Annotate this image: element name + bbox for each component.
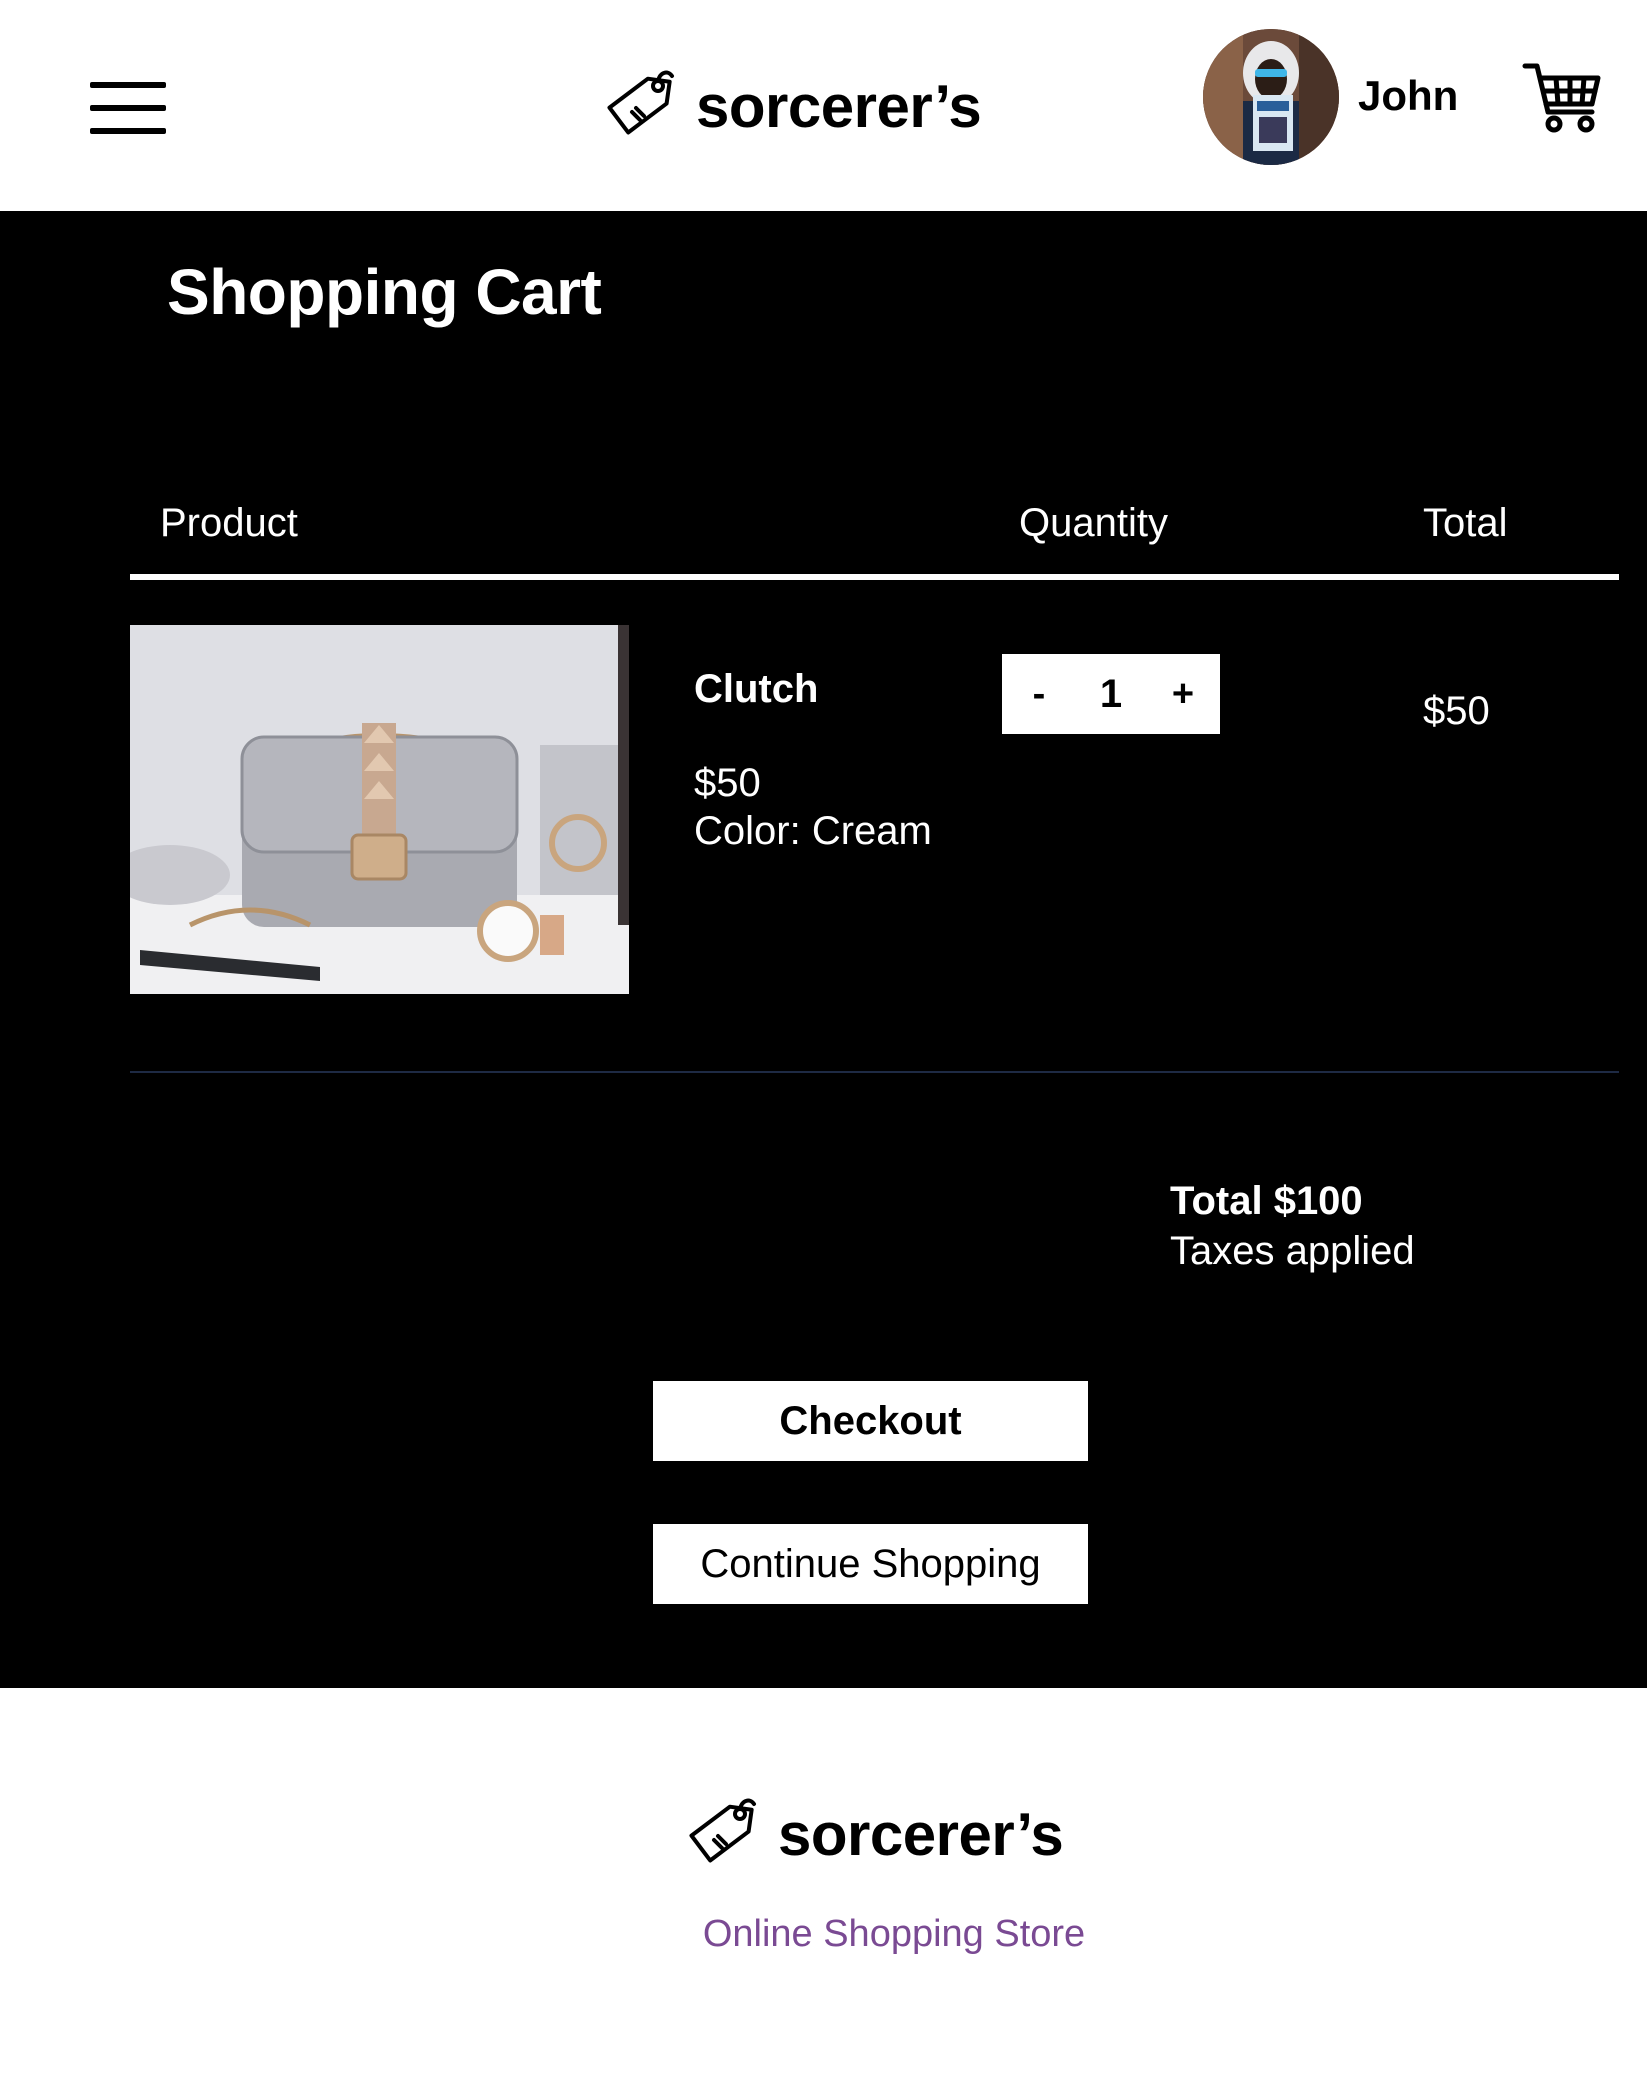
column-header-product: Product bbox=[160, 501, 298, 545]
decrement-button[interactable]: - bbox=[1024, 673, 1054, 716]
increment-button[interactable]: + bbox=[1168, 673, 1198, 716]
page-title: Shopping Cart bbox=[167, 256, 602, 328]
brand-name: sorcerer’s bbox=[778, 1800, 1064, 1868]
header-logo[interactable]: sorcerer’s bbox=[604, 66, 982, 146]
shopping-cart-icon[interactable] bbox=[1522, 60, 1602, 136]
column-header-quantity: Quantity bbox=[1019, 501, 1168, 545]
quantity-value[interactable]: 1 bbox=[1100, 672, 1122, 717]
hamburger-menu-icon[interactable] bbox=[90, 78, 168, 138]
site-header: sorcerer’s John bbox=[0, 0, 1647, 211]
line-total: $50 bbox=[1423, 689, 1490, 733]
store-tagline: Online Shopping Store bbox=[702, 1913, 1086, 1955]
footer-logo[interactable]: sorcerer’s bbox=[686, 1794, 1064, 1874]
item-divider bbox=[130, 1071, 1619, 1073]
header-divider bbox=[130, 574, 1619, 580]
site-footer: sorcerer’s Online Shopping Store bbox=[0, 1688, 1647, 2094]
product-price: $50 bbox=[694, 761, 761, 805]
taxes-note: Taxes applied bbox=[1170, 1229, 1415, 1273]
user-avatar[interactable] bbox=[1203, 29, 1339, 165]
price-tag-icon bbox=[689, 1798, 756, 1863]
brand-name: sorcerer’s bbox=[696, 72, 982, 140]
product-color: Color: Cream bbox=[694, 809, 932, 853]
checkout-button[interactable]: Checkout bbox=[653, 1381, 1088, 1461]
continue-shopping-button[interactable]: Continue Shopping bbox=[653, 1524, 1088, 1604]
product-image-clutch[interactable] bbox=[130, 625, 629, 994]
product-name[interactable]: Clutch bbox=[694, 667, 818, 712]
cart-total: Total $100 bbox=[1170, 1179, 1363, 1223]
user-name[interactable]: John bbox=[1358, 72, 1458, 120]
column-header-total: Total bbox=[1423, 501, 1508, 545]
quantity-stepper: - 1 + bbox=[1002, 654, 1220, 734]
shopping-cart-section: Shopping Cart Product Quantity Total Clu… bbox=[0, 211, 1647, 1688]
price-tag-icon bbox=[607, 70, 674, 135]
